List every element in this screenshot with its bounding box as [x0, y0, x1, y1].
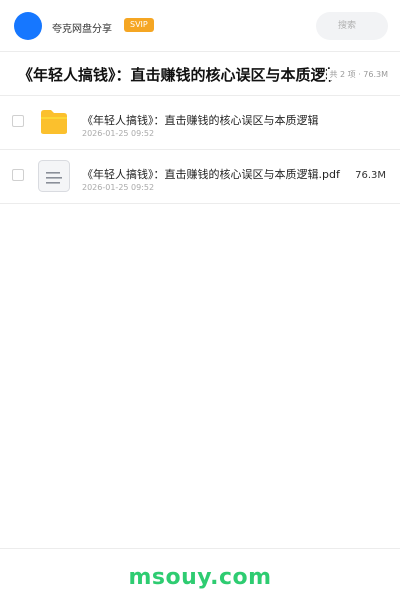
- search-input[interactable]: 搜索: [316, 12, 388, 40]
- share-meta: 共 2 项 · 76.3M: [327, 69, 388, 80]
- file-name[interactable]: 《年轻人搞钱》：直击赚钱的核心误区与本质逻辑.pdf: [82, 166, 340, 182]
- brand-logo[interactable]: msouy.com: [128, 565, 271, 590]
- file-date: 2026-01-25 09:52: [82, 183, 155, 192]
- file-size: 76.3M: [355, 170, 386, 181]
- file-name[interactable]: 《年轻人搞钱》：直击赚钱的核心误区与本质逻辑: [82, 112, 319, 128]
- page-title: 《年轻人搞钱》：直击赚钱的核心误区与本质逻辑: [18, 66, 332, 84]
- folder-icon: [41, 110, 67, 134]
- footer: msouy.com: [0, 548, 400, 600]
- file-date: 2026-01-25 09:52: [82, 129, 155, 138]
- svip-badge: SVIP: [124, 18, 154, 32]
- avatar[interactable]: [14, 12, 42, 40]
- header: 夸克网盘分享 SVIP 搜索: [0, 0, 400, 52]
- document-icon: [38, 160, 70, 192]
- list-item[interactable]: 《年轻人搞钱》：直击赚钱的核心误区与本质逻辑 2026-01-25 09:52: [0, 96, 400, 150]
- list-item[interactable]: 《年轻人搞钱》：直击赚钱的核心误区与本质逻辑.pdf 2026-01-25 09…: [0, 150, 400, 204]
- checkbox[interactable]: [12, 169, 24, 181]
- app-name: 夸克网盘分享: [52, 24, 112, 35]
- checkbox[interactable]: [12, 115, 24, 127]
- share-title-bar: 《年轻人搞钱》：直击赚钱的核心误区与本质逻辑 共 2 项 · 76.3M: [0, 52, 400, 96]
